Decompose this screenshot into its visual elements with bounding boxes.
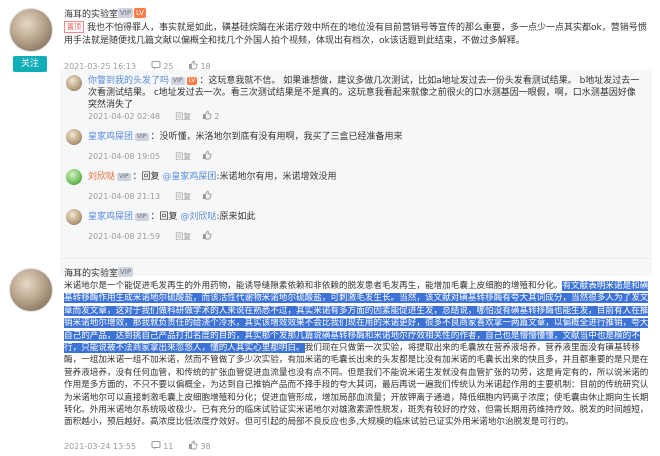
reply-avatar[interactable] bbox=[66, 75, 82, 91]
reply-time: 2021-04-02 02:48 bbox=[88, 112, 161, 121]
author-avatar[interactable] bbox=[9, 268, 53, 312]
author-name[interactable]: 海耳的实验室 bbox=[64, 266, 118, 279]
reply-text: :原来如此 bbox=[216, 212, 256, 222]
reply-avatar[interactable] bbox=[66, 209, 82, 225]
author-name[interactable]: 海耳的实验室 bbox=[64, 7, 118, 20]
reply-meta: 2021-04-02 02:48 回复 2 bbox=[88, 110, 219, 122]
reply-time: 2021-04-08 21:59 bbox=[88, 232, 161, 241]
like-count: 38 bbox=[200, 442, 211, 451]
like-button[interactable] bbox=[202, 230, 214, 241]
vip-badge: VIP bbox=[171, 77, 185, 85]
level-badge: LV bbox=[186, 77, 198, 85]
reply-button[interactable]: 回复 bbox=[175, 152, 191, 161]
comment-body: 米诺地尔是一个能促进毛发再生的外用药物，能诱导缝隙素依赖和非依赖的脱发患者毛发再… bbox=[64, 280, 654, 429]
reply-time: 2021-04-08 19:05 bbox=[88, 152, 161, 161]
reply-meta: 2021-04-08 21:59 回复 bbox=[88, 230, 214, 242]
reply-item: 你瞥到我的头发了吗 VIP LV ：这玩意我就不信。 如果谁想做，建议多做几次测试，比… bbox=[88, 76, 640, 110]
reply-item: 刘欣哒 VIP ：回复 @皇家鸡屎团:米诺地尔有用，米诺增效没用 bbox=[88, 172, 337, 182]
reply-author[interactable]: 皇家鸡屎团 bbox=[88, 132, 133, 142]
reply-item: 皇家鸡屎团 VIP ：没听懂，米洛地尔到底有没有用啊，我买了三盒已经准备用来 bbox=[88, 132, 403, 142]
divider bbox=[60, 258, 652, 259]
like-button[interactable] bbox=[202, 190, 214, 201]
like-button[interactable]: 2 bbox=[202, 110, 220, 121]
thumbs-up-icon bbox=[202, 190, 212, 200]
comment-icon bbox=[151, 60, 161, 70]
like-button[interactable] bbox=[202, 150, 214, 161]
reply-avatar[interactable] bbox=[66, 129, 82, 145]
reply-meta: 2021-04-08 19:05 回复 bbox=[88, 150, 214, 162]
vip-badge: VIP bbox=[118, 267, 134, 277]
comment-icon bbox=[151, 440, 161, 450]
reply-meta: 2021-04-08 21:13 回复 bbox=[88, 190, 214, 202]
level-badge: LV bbox=[134, 8, 146, 18]
comment-time: 2021-03-24 13:55 bbox=[64, 442, 137, 451]
mention-link[interactable]: @刘欣哒 bbox=[180, 212, 216, 222]
like-button[interactable]: 38 bbox=[188, 440, 211, 451]
reply-list: 你瞥到我的头发了吗 VIP LV ：这玩意我就不信。 如果谁想做，建议多做几次测试，比… bbox=[60, 70, 652, 276]
reply-text: 没听懂，米洛地尔到底有没有用啊，我买了三盒已经准备用来 bbox=[159, 132, 403, 142]
vip-badge: VIP bbox=[118, 8, 134, 18]
comment-body: 置顶 我也不怕得罪人，事实就是如此，磺基硅烷酶在米诺疗效中所在的地位没有目前营销号… bbox=[64, 21, 654, 48]
comment-meta: 2021-03-24 13:55 11 38 bbox=[64, 440, 211, 451]
comment-count: 11 bbox=[163, 442, 174, 451]
comment-text: 我也不怕得罪人，事实就是如此，磺基硅烷酶在米诺疗效中所在的地位没有目前营销号等宣… bbox=[64, 23, 647, 46]
follow-button[interactable]: 关注 bbox=[13, 56, 47, 72]
reply-text: :米诺地尔有用，米诺增效没用 bbox=[216, 172, 337, 182]
thumbs-up-icon bbox=[188, 440, 198, 450]
thumbs-up-icon bbox=[188, 60, 198, 70]
reply-author[interactable]: 刘欣哒 bbox=[88, 172, 115, 182]
vip-badge: VIP bbox=[135, 133, 149, 141]
reply-button[interactable]: 回复 bbox=[175, 112, 191, 121]
like-count: 2 bbox=[214, 112, 220, 121]
reply-prefix: 回复 bbox=[141, 172, 160, 182]
vip-badge: VIP bbox=[135, 213, 149, 221]
reply-avatar[interactable] bbox=[66, 169, 82, 185]
thumbs-up-icon bbox=[202, 150, 212, 160]
thumbs-up-icon bbox=[202, 110, 212, 120]
reply-author[interactable]: 皇家鸡屎团 bbox=[88, 212, 133, 222]
author-avatar[interactable] bbox=[9, 8, 53, 52]
vip-badge: VIP bbox=[117, 173, 131, 181]
pinned-tag: 置顶 bbox=[64, 21, 84, 33]
mention-link[interactable]: @皇家鸡屎团 bbox=[162, 172, 216, 182]
comment-text: 我们现在只做第一次实验，将提取出来的毛囊放在营养液培养，营养液里面没有磺基转移酶… bbox=[64, 343, 649, 428]
comment-text: 米诺地尔是一个能促进毛发再生的外用药物，能诱导缝隙素依赖和非依赖的脱发患者毛发再… bbox=[64, 281, 563, 291]
reply-time: 2021-04-08 21:13 bbox=[88, 192, 161, 201]
comment-button[interactable]: 11 bbox=[151, 440, 176, 451]
reply-button[interactable]: 回复 bbox=[175, 232, 191, 241]
reply-item: 皇家鸡屎团 VIP ：回复 @刘欣哒:原来如此 bbox=[88, 212, 256, 222]
thumbs-up-icon bbox=[202, 230, 212, 240]
reply-prefix: 回复 bbox=[159, 212, 178, 222]
reply-button[interactable]: 回复 bbox=[175, 192, 191, 201]
reply-author[interactable]: 你瞥到我的头发了吗 bbox=[88, 76, 169, 86]
